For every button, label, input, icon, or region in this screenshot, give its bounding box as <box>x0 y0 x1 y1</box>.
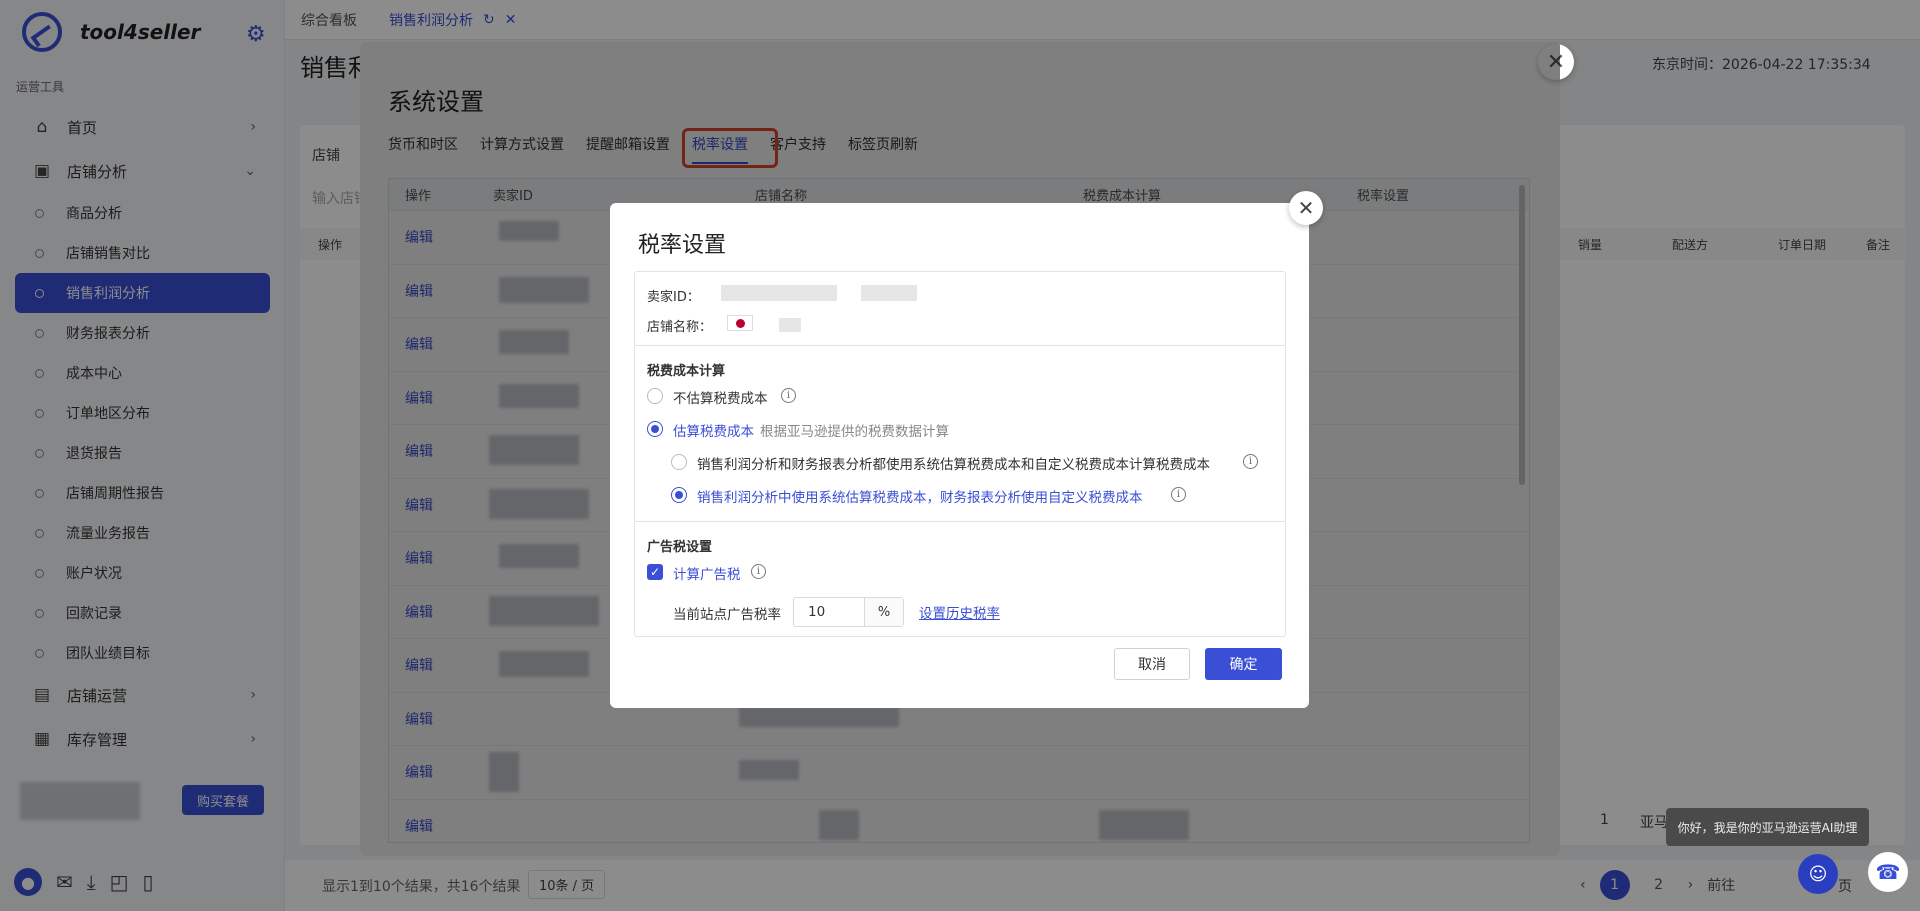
tax-cost-section: 税费成本计算 不估算税费成本 i 估算税费成本 根据亚马逊提供的税费数据计算 销售… <box>635 346 1285 522</box>
cancel-button[interactable]: 取消 <box>1114 648 1190 680</box>
ad-tax-rate-input[interactable] <box>794 598 864 626</box>
info-icon[interactable]: i <box>781 388 796 403</box>
info-icon[interactable]: i <box>1171 487 1186 502</box>
estimate-radio[interactable] <box>647 421 663 437</box>
estimate-hint: 根据亚马逊提供的税费数据计算 <box>760 424 949 440</box>
calc-ad-tax-checkbox[interactable]: ✓ <box>647 564 663 580</box>
dialog-title: 税率设置 <box>638 233 727 258</box>
sub-option-2-radio[interactable] <box>671 487 687 503</box>
calc-ad-tax-label[interactable]: 计算广告税 <box>673 563 741 583</box>
estimate-text: 估算税费成本 <box>673 424 754 440</box>
store-name-label: 店铺名称： <box>647 320 713 335</box>
current-rate-label: 当前站点广告税率 <box>673 607 781 623</box>
percent-unit: % <box>864 598 903 626</box>
store-name-masked <box>779 318 801 332</box>
no-estimate-label[interactable]: 不估算税费成本 <box>673 387 768 407</box>
sub-option-2-label[interactable]: 销售利润分析中使用系统估算税费成本，财务报表分析使用自定义税费成本 <box>697 486 1143 506</box>
tax-settings-dialog: ✕ 税率设置 卖家ID： 店铺名称： 税费成本计算 不估算税费成本 i 估算税费… <box>610 191 1323 708</box>
confirm-button[interactable]: 确定 <box>1205 648 1282 680</box>
ai-assistant-tooltip: 你好，我是你的亚马逊运营AI助理 <box>1666 808 1869 846</box>
sub-option-1-radio[interactable] <box>671 454 687 470</box>
customer-support-icon[interactable]: ☎ <box>1868 852 1908 892</box>
japan-flag-icon <box>727 315 753 331</box>
section-title: 税费成本计算 <box>647 364 726 379</box>
seller-id-label: 卖家ID： <box>647 290 700 305</box>
sub-option-1-label[interactable]: 销售利润分析和财务报表分析都使用系统估算税费成本和自定义税费成本计算税费成本 <box>697 453 1210 473</box>
seller-id-masked <box>861 285 917 301</box>
ad-tax-rate-field[interactable]: % <box>793 597 904 627</box>
section-title: 广告税设置 <box>647 540 713 555</box>
seller-info-section: 卖家ID： 店铺名称： <box>635 272 1285 346</box>
history-rate-link[interactable]: 设置历史税率 <box>919 602 1000 622</box>
no-estimate-radio[interactable] <box>647 388 663 404</box>
seller-id-masked <box>721 285 837 301</box>
info-icon[interactable]: i <box>751 564 766 579</box>
tax-settings-form: 卖家ID： 店铺名称： 税费成本计算 不估算税费成本 i 估算税费成本 根据亚马逊… <box>634 271 1286 637</box>
close-icon[interactable]: ✕ <box>1289 191 1323 225</box>
info-icon[interactable]: i <box>1243 454 1258 469</box>
estimate-label[interactable]: 估算税费成本 根据亚马逊提供的税费数据计算 <box>673 420 949 440</box>
ai-assistant-icon[interactable]: ☺ <box>1798 854 1838 894</box>
